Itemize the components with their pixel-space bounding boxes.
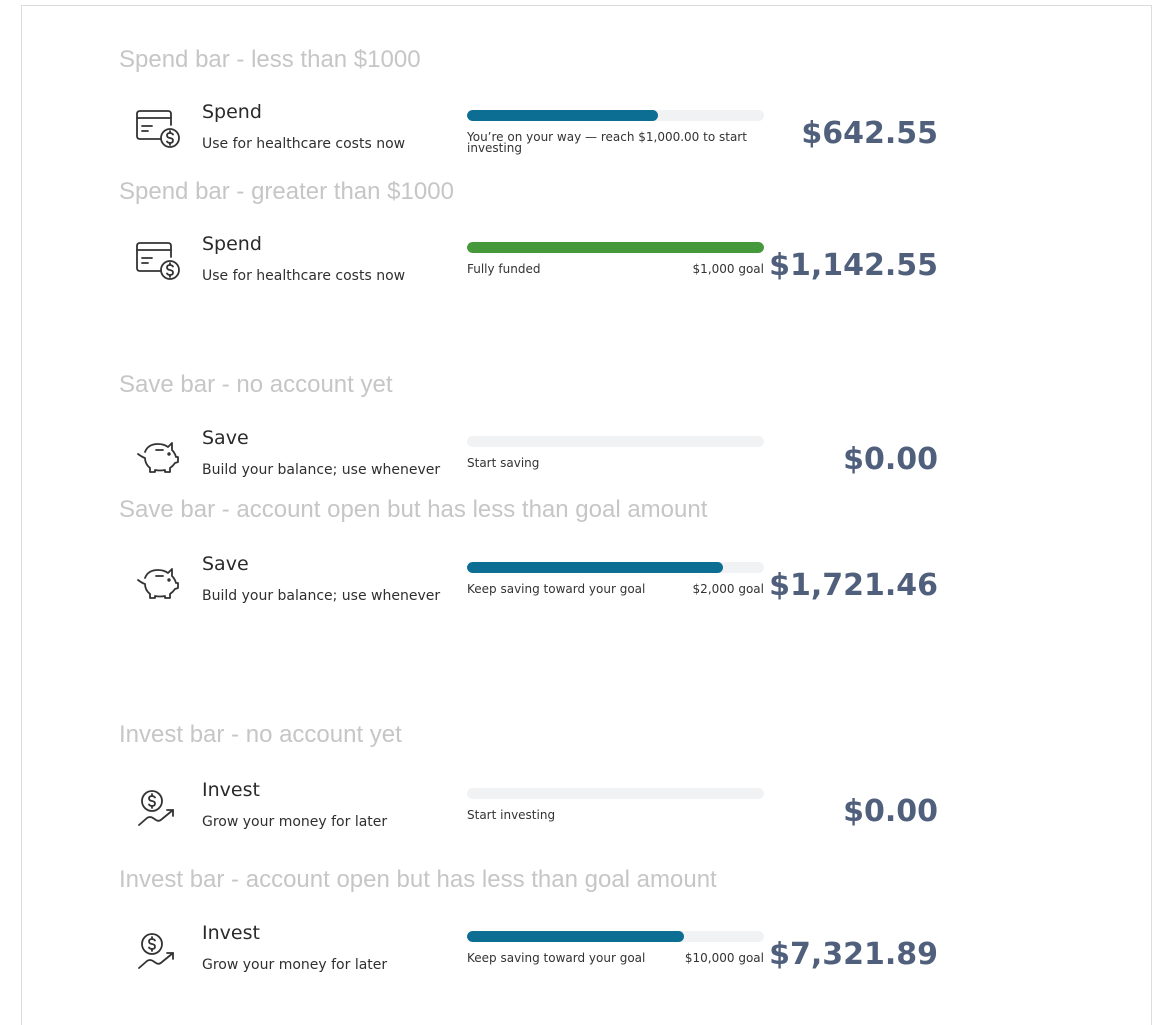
progress-bar <box>467 436 764 447</box>
progress-fill <box>467 110 658 121</box>
account-title: Spend <box>202 233 262 255</box>
progress-fill <box>467 242 764 253</box>
balance-amount: $0.00 <box>843 442 938 477</box>
section-label: Save bar - account open but has less tha… <box>119 496 708 523</box>
balance-amount: $1,721.46 <box>769 568 938 603</box>
progress-caption: Start investing <box>467 808 764 822</box>
account-subtitle: Grow your money for later <box>202 957 388 973</box>
piggy-bank-icon <box>134 433 182 479</box>
goal-label: $2,000 goal <box>692 582 764 596</box>
section-label: Invest bar - account open but has less t… <box>119 866 717 893</box>
piggy-bank-icon <box>134 559 182 605</box>
account-subtitle: Build your balance; use whenever <box>202 462 441 478</box>
goal-label: $10,000 goal <box>684 951 764 965</box>
dollar-growth-icon <box>134 785 182 831</box>
card-dollar-icon <box>134 107 182 153</box>
progress-bar <box>467 931 764 942</box>
progress-bar <box>467 562 764 573</box>
progress-bar <box>467 242 764 253</box>
account-row-save[interactable]: Save Build your balance; use whenever St… <box>0 429 1154 499</box>
account-subtitle: Build your balance; use whenever <box>202 588 441 604</box>
balance-amount: $7,321.89 <box>769 937 938 972</box>
section-label: Spend bar - greater than $1000 <box>119 178 454 205</box>
progress-bar <box>467 788 764 799</box>
section-label: Save bar - no account yet <box>119 371 393 398</box>
account-title: Save <box>202 427 249 449</box>
progress-message: Start investing <box>467 808 556 822</box>
account-title: Save <box>202 553 249 575</box>
section-label: Invest bar - no account yet <box>119 721 402 748</box>
balance-amount: $642.55 <box>801 116 938 151</box>
account-subtitle: Use for healthcare costs now <box>202 136 406 152</box>
account-title: Spend <box>202 101 262 123</box>
progress-message: Start saving <box>467 456 540 470</box>
account-row-spend[interactable]: Spend Use for healthcare costs now Fully… <box>0 235 1154 305</box>
balance-amount: $0.00 <box>843 794 938 829</box>
account-title: Invest <box>202 779 260 801</box>
account-row-invest[interactable]: Invest Grow your money for later Keep sa… <box>0 924 1154 994</box>
account-subtitle: Use for healthcare costs now <box>202 268 406 284</box>
card-dollar-icon <box>134 239 182 285</box>
progress-caption: Keep saving toward your goal $2,000 goal <box>467 582 764 596</box>
progress-fill <box>467 562 723 573</box>
dollar-growth-icon <box>134 928 182 974</box>
progress-bar <box>467 110 764 121</box>
progress-caption: Keep saving toward your goal $10,000 goa… <box>467 951 764 965</box>
progress-caption: Start saving <box>467 456 764 470</box>
section-label: Spend bar - less than $1000 <box>119 46 421 73</box>
goal-label: $1,000 goal <box>692 262 764 276</box>
account-row-spend[interactable]: Spend Use for healthcare costs now You’r… <box>0 103 1154 173</box>
progress-caption: You’re on your way — reach $1,000.00 to … <box>467 130 764 155</box>
progress-message: You’re on your way — reach $1,000.00 to … <box>467 130 747 155</box>
progress-caption: Fully funded $1,000 goal <box>467 262 764 276</box>
account-title: Invest <box>202 922 260 944</box>
account-row-invest[interactable]: Invest Grow your money for later Start i… <box>0 781 1154 851</box>
balance-amount: $1,142.55 <box>769 248 938 283</box>
progress-fill <box>467 931 685 942</box>
account-subtitle: Grow your money for later <box>202 814 388 830</box>
account-row-save[interactable]: Save Build your balance; use whenever Ke… <box>0 555 1154 625</box>
